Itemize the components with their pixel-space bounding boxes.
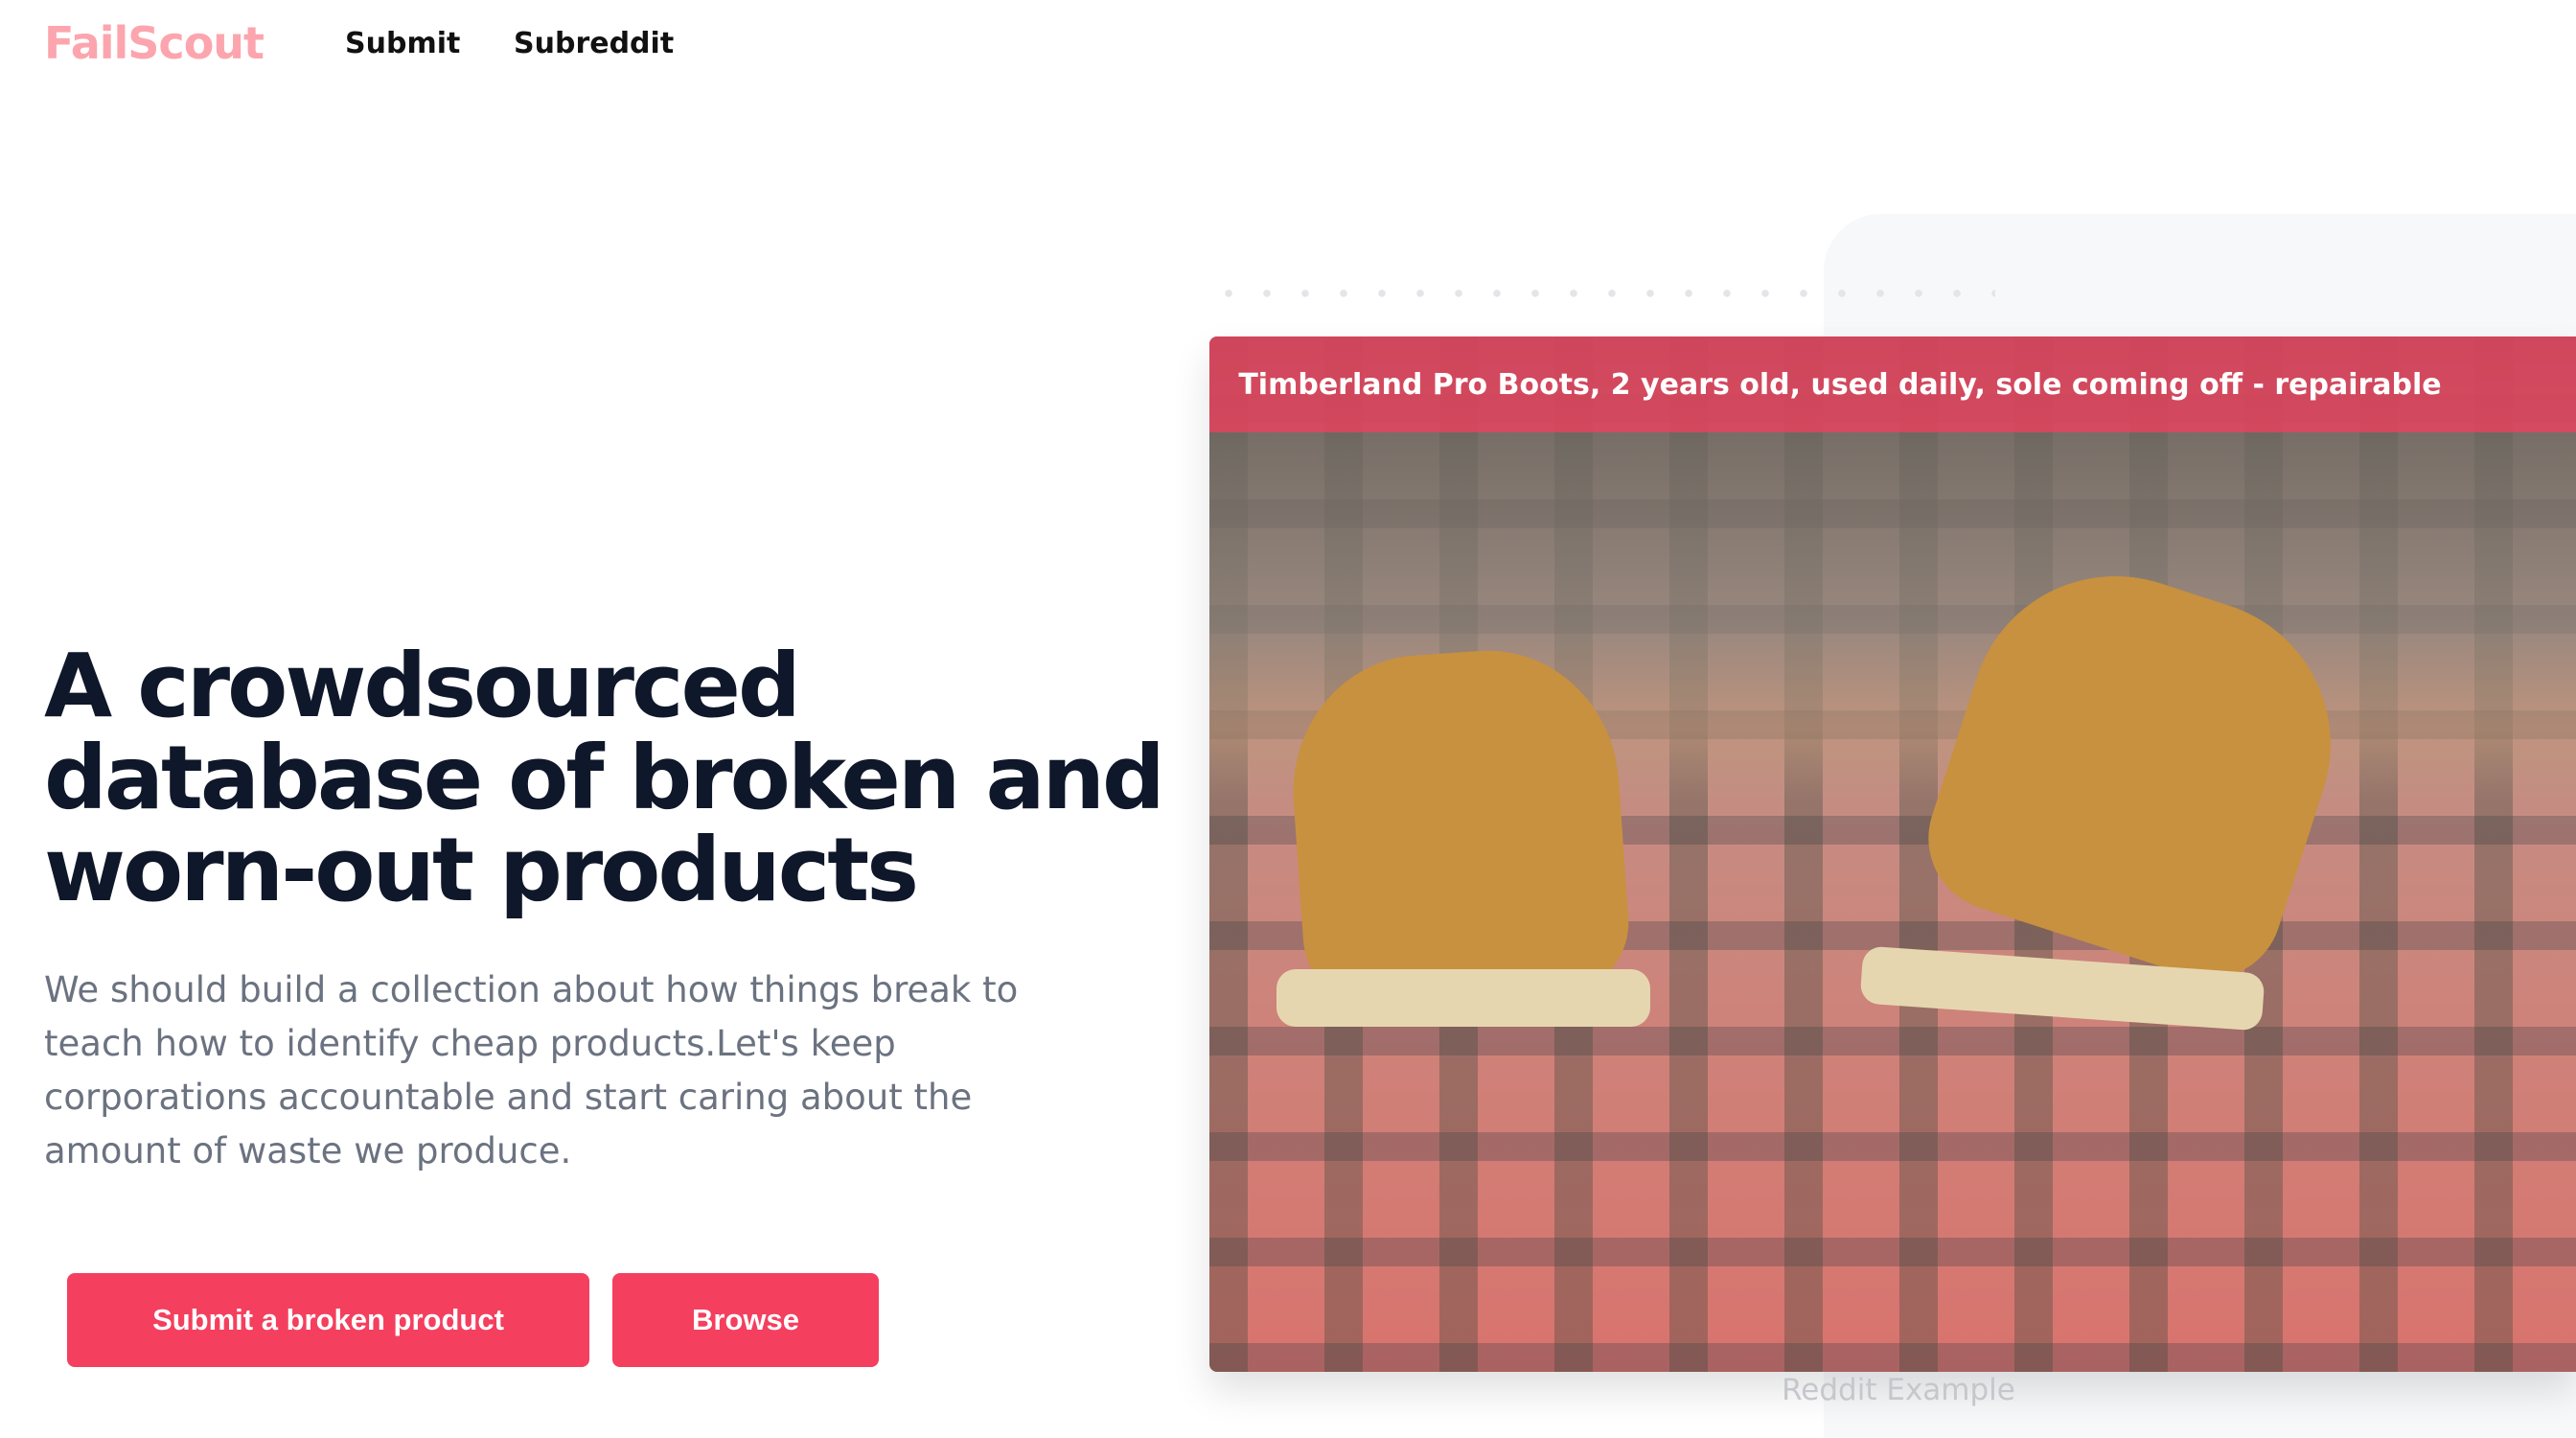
example-banner-text: Timberland Pro Boots, 2 years old, used …: [1238, 367, 2442, 402]
example-photo: [1209, 336, 2576, 1372]
sole-left: [1276, 969, 1650, 1027]
nav-subreddit[interactable]: Subreddit: [514, 27, 674, 60]
example-card: Timberland Pro Boots, 2 years old, used …: [1209, 336, 2576, 1372]
nav-submit[interactable]: Submit: [345, 27, 460, 60]
hero-description: We should build a collection about how t…: [44, 969, 1019, 1171]
dot-pattern: [1209, 274, 1995, 328]
boot-right: [1909, 538, 2369, 998]
logo[interactable]: FailScout: [44, 17, 264, 69]
example-banner: Timberland Pro Boots, 2 years old, used …: [1209, 336, 2576, 432]
submit-broken-product-button[interactable]: Submit a broken product: [67, 1273, 589, 1367]
hero-title: A crowdsourced database of broken and wo…: [44, 635, 1165, 921]
example-caption: Reddit Example: [1782, 1373, 2015, 1407]
browse-button[interactable]: Browse: [612, 1273, 879, 1367]
boot-left: [1283, 641, 1634, 1009]
